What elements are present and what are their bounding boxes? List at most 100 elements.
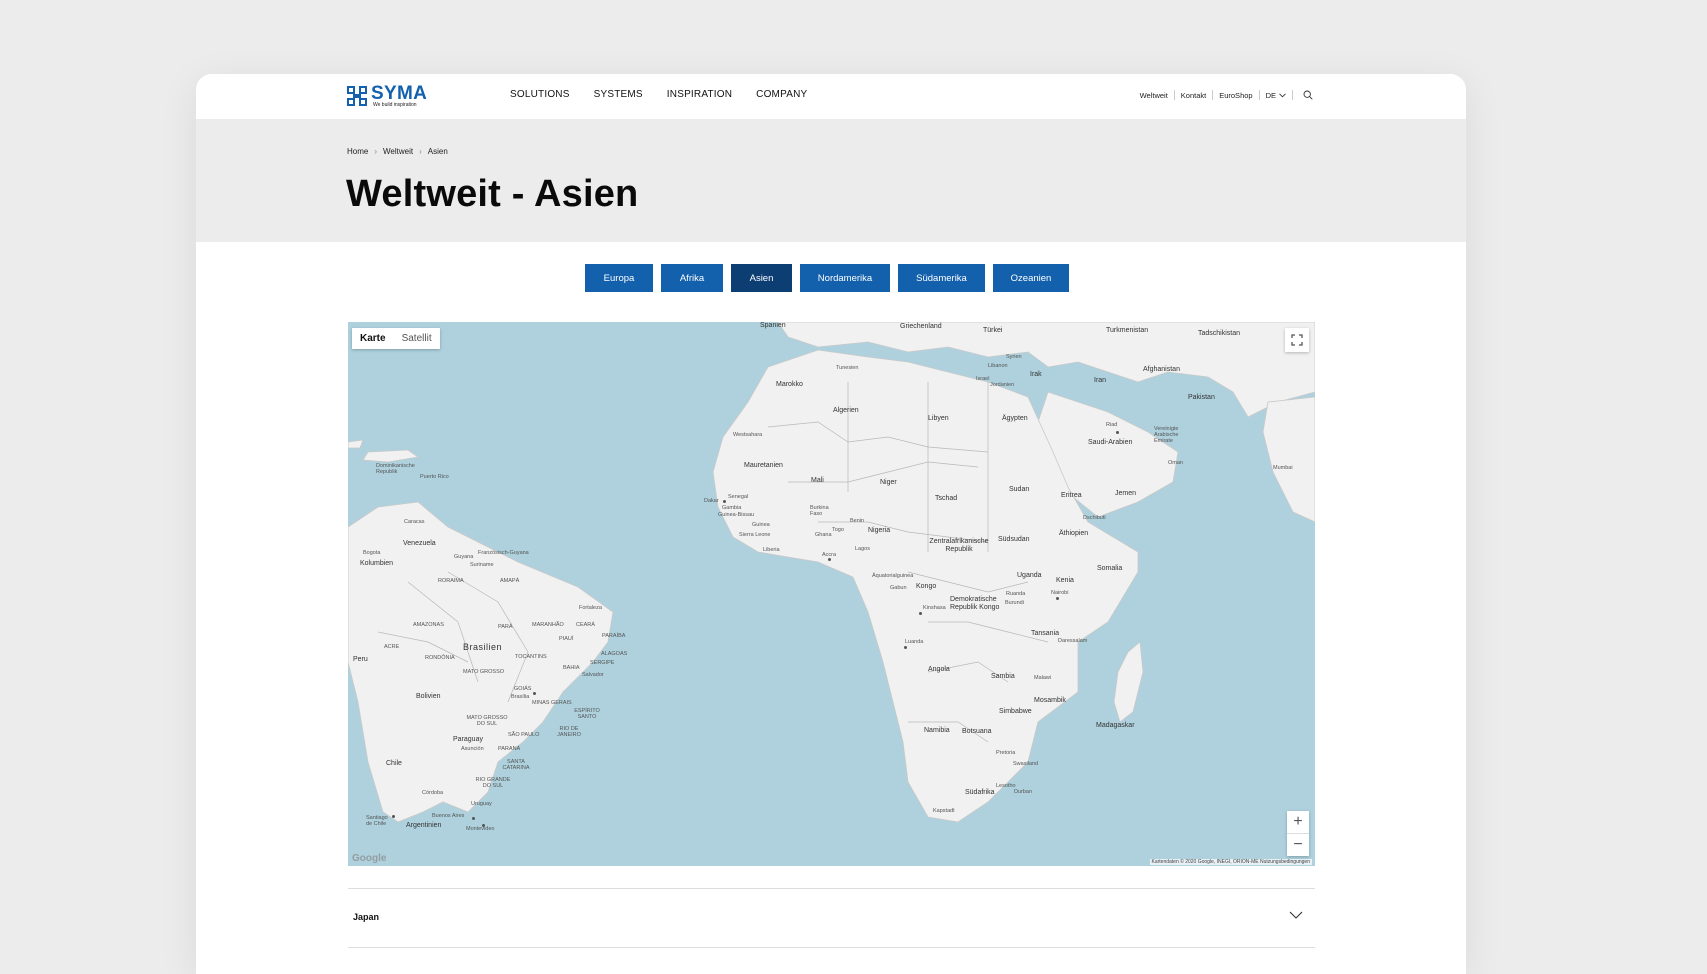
map-label: Lesotho (996, 783, 1016, 789)
nav-item-systems[interactable]: SYSTEMS (594, 89, 643, 100)
map-label: Malawi (1034, 675, 1052, 681)
util-link-weltweit[interactable]: Weltweit (1140, 91, 1168, 100)
map-label: Westsahara (733, 432, 763, 438)
map-label: Jordanien (990, 382, 1015, 388)
syma-logo[interactable]: SYMA We build inspiration (347, 83, 447, 110)
breadcrumb-home[interactable]: Home (347, 147, 368, 156)
map-label: MARANHÃO (532, 622, 564, 628)
map-label: Dakar (704, 498, 719, 504)
city-dot (472, 817, 475, 820)
map-label: Somalia (1097, 565, 1123, 572)
search-icon[interactable] (1303, 90, 1313, 100)
tab-europa[interactable]: Europa (585, 264, 653, 292)
map-label: ESPÍRITO SANTO (574, 708, 600, 720)
map-label: Niger (880, 479, 897, 486)
map-type-control: Karte Satellit (352, 328, 440, 349)
tab-suedamerika[interactable]: Südamerika (898, 264, 985, 292)
map-label: Salvador (582, 672, 604, 678)
divider (1258, 90, 1260, 100)
map-label: Simbabwe (999, 708, 1032, 715)
map-label: RIO GRANDE DO SUL (475, 777, 511, 789)
map-label: Südsudan (998, 536, 1030, 543)
utility-nav: Weltweit Kontakt EuroShop DE (1140, 90, 1313, 100)
map-label: Algerien (833, 407, 859, 414)
map-label: GOIÁS (514, 686, 532, 692)
map-label: PIAUÍ (559, 636, 574, 642)
tab-afrika[interactable]: Afrika (661, 264, 723, 292)
map-label: MINAS GERAIS (532, 700, 572, 706)
map-label: PARAÍBA (602, 633, 626, 639)
divider (1292, 90, 1293, 100)
util-link-euroshop[interactable]: EuroShop (1219, 91, 1252, 100)
map-label: Angola (928, 666, 950, 673)
tab-asien[interactable]: Asien (731, 264, 792, 292)
google-logo[interactable]: Google (352, 853, 386, 864)
map-label: Daressalam (1058, 638, 1088, 644)
map-label: Riad (1106, 422, 1118, 428)
fullscreen-icon (1291, 334, 1303, 346)
map-label: Guinea-Bissau (718, 512, 755, 518)
map-label: Brasilien (463, 642, 503, 652)
zoom-in-button[interactable]: + (1287, 811, 1309, 833)
map-label: Montevideo (466, 826, 495, 832)
map-label: ACRE (384, 644, 400, 650)
language-select[interactable]: DE (1266, 91, 1286, 100)
nav-item-inspiration[interactable]: INSPIRATION (667, 89, 732, 100)
map-label: Syrien (1006, 354, 1022, 360)
breadcrumb-weltweit[interactable]: Weltweit (383, 147, 413, 156)
map-label: Liberia (763, 547, 780, 553)
map-label: Äquatorialguinea (872, 573, 914, 579)
map-type-satellit[interactable]: Satellit (394, 328, 440, 349)
tab-ozeanien[interactable]: Ozeanien (993, 264, 1069, 292)
map-attribution[interactable]: Kartendaten © 2020 Google, INEGI, ORION-… (1149, 859, 1312, 865)
map-label: Südafrika (965, 789, 995, 796)
map-label: TOCANTINS (515, 654, 547, 660)
fullscreen-button[interactable] (1285, 328, 1309, 352)
nav-item-company[interactable]: COMPANY (756, 89, 807, 100)
world-map[interactable]: Spanien Griechenland Türkei Turkmenistan… (348, 322, 1315, 866)
map-label: Uganda (1017, 572, 1042, 579)
map-label: Ägypten (1002, 415, 1028, 422)
accordion-item-japan[interactable]: Japan (348, 888, 1315, 948)
map-label: Asunción (461, 746, 484, 752)
map-label: Burkina Faso (810, 505, 829, 517)
syma-logo-icon (347, 86, 367, 106)
map-label: Mauretanien (744, 462, 783, 469)
city-dot (919, 612, 922, 615)
map-label: Demokratische Republik Kongo (950, 596, 1000, 611)
city-dot (1116, 431, 1119, 434)
map-label: Gambia (722, 505, 742, 511)
map-label: Kongo (916, 583, 937, 590)
map-label: Sambia (991, 673, 1015, 680)
nav-item-solutions[interactable]: SOLUTIONS (510, 89, 570, 100)
breadcrumb: Home › Weltweit › Asien (347, 147, 448, 156)
map-label: RIO DE JANEIRO (557, 726, 581, 738)
map-label: Israel (976, 376, 990, 382)
map-label: Santiago de Chile (366, 815, 388, 827)
map-label: Äthiopien (1059, 530, 1089, 537)
util-link-kontakt[interactable]: Kontakt (1181, 91, 1206, 100)
city-dot (533, 692, 536, 695)
city-dot (392, 815, 395, 818)
map-label: Mali (811, 477, 824, 484)
map-label: Kinshasa (923, 605, 946, 611)
page-card: SYMA We build inspiration SOLUTIONS SYST… (196, 74, 1466, 974)
chevron-down-icon (1289, 911, 1303, 919)
map-label: SÃO PAULO (508, 732, 540, 738)
map-label: Senegal (728, 494, 749, 500)
map-label: Afghanistan (1143, 366, 1180, 373)
map-label: Kapstadt (933, 808, 955, 814)
map-label: Venezuela (403, 540, 436, 547)
map-label: Oman (1168, 460, 1183, 466)
map-label: AMAPÁ (500, 578, 520, 584)
map-label: Ghana (815, 532, 832, 538)
map-label: Turkmenistan (1106, 327, 1149, 334)
map-label: Mumbai (1273, 465, 1293, 471)
zoom-out-button[interactable]: − (1287, 834, 1309, 856)
map-type-karte[interactable]: Karte (352, 328, 394, 349)
map-label: Paraguay (453, 736, 483, 743)
tab-nordamerika[interactable]: Nordamerika (800, 264, 890, 292)
city-dot (904, 646, 907, 649)
map-label: Französisch-Guyana (478, 550, 529, 556)
map-label: Guyana (454, 554, 474, 560)
